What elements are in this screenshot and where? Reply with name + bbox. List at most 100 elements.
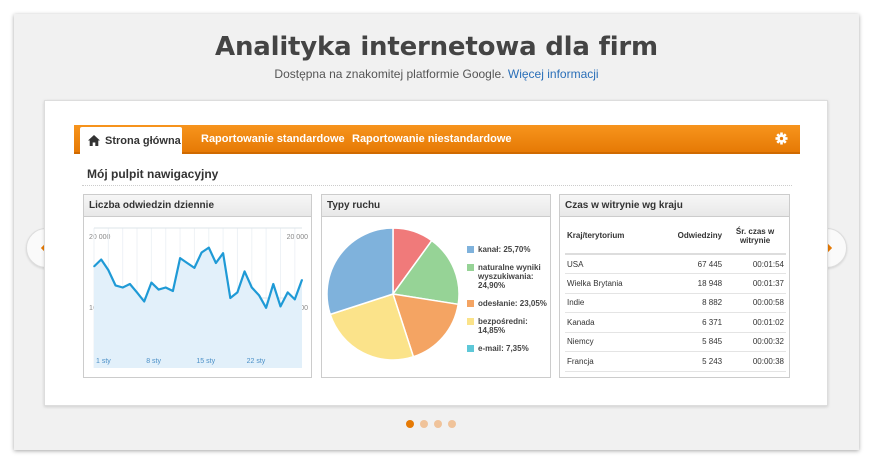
column-header-visits[interactable]: Odwiedziny (662, 218, 725, 255)
cell-time: 00:01:02 (724, 312, 786, 333)
legend-label: odesłanie: 23,05% (478, 299, 547, 308)
cell-visits: 5 845 (662, 332, 725, 352)
x-tick-label: 22 sty (247, 358, 266, 365)
carousel-dot[interactable] (448, 420, 456, 428)
data-point (172, 290, 174, 292)
column-header-country[interactable]: Kraj/terytorium (565, 218, 663, 255)
data-point (150, 281, 153, 284)
legend-label: e-mail: 7,35% (478, 344, 529, 353)
traffic-legend: kanał: 25,70% naturalne wyniki wyszukiwa… (467, 245, 549, 362)
data-point (179, 257, 181, 259)
cell-time: 00:00:32 (724, 332, 786, 352)
data-point (286, 291, 289, 294)
data-point (236, 291, 239, 294)
data-point (250, 286, 253, 289)
cell-country: Francja (565, 351, 663, 372)
carousel-indicators (406, 420, 456, 428)
data-point (93, 265, 95, 268)
cell-country: Kanada (565, 312, 663, 333)
carousel-dot[interactable] (434, 420, 442, 428)
cell-visits: 67 445 (662, 254, 725, 274)
data-point (294, 298, 296, 301)
data-point (164, 286, 167, 289)
visits-panel-title: Liczba odwiedzin dziennie (84, 195, 311, 217)
data-point (207, 246, 210, 249)
tab-custom-reporting[interactable]: Raportowanie niestandardowe (352, 133, 512, 145)
y-tick-label: 20 000 (89, 234, 111, 241)
table-row: Niemcy 5 845 00:00:32 (565, 332, 786, 352)
gear-icon (775, 132, 788, 145)
data-point (157, 288, 160, 291)
tab-home-label: Strona główna (105, 134, 181, 147)
page-title: Analityka internetowa dla firm (215, 32, 658, 62)
data-point (121, 286, 124, 289)
data-point (114, 284, 117, 287)
legend-swatch (467, 345, 474, 352)
legend-swatch (467, 300, 474, 307)
carousel-dot[interactable] (406, 420, 414, 428)
data-point (222, 252, 224, 254)
line-area-fill (94, 247, 302, 368)
cell-visits: 5 243 (662, 351, 725, 372)
data-point (279, 305, 282, 308)
cell-time: 00:01:54 (724, 254, 786, 274)
legend-item: kanał: 25,70% (467, 245, 549, 254)
data-point (186, 262, 189, 264)
column-header-time[interactable]: Śr. czas w witrynie (724, 218, 786, 255)
data-point (100, 258, 102, 261)
carousel-dot[interactable] (420, 420, 428, 428)
tab-standard-reporting[interactable]: Raportowanie standardowe (201, 133, 345, 145)
cell-country: USA (565, 254, 663, 274)
home-icon (88, 135, 100, 146)
data-point (136, 291, 138, 294)
data-point (107, 269, 110, 271)
cell-time: 00:00:58 (724, 293, 786, 313)
data-point (272, 283, 275, 285)
table-row: Kanada 6 371 00:01:02 (565, 312, 786, 333)
data-point (215, 262, 217, 264)
legend-label: bezpośredni: 14,85% (478, 317, 528, 335)
data-point (301, 279, 303, 281)
legend-item: bezpośredni: 14,85% (467, 317, 549, 335)
traffic-panel-title: Typy ruchu (322, 195, 550, 217)
data-point (258, 294, 260, 296)
data-point (265, 307, 267, 309)
cell-country: Indie (565, 293, 663, 313)
countries-panel-title: Czas w witrynie wg kraju (560, 195, 789, 217)
tab-home[interactable]: Strona główna (80, 127, 182, 154)
legend-swatch (467, 318, 474, 325)
subtitle-text: Dostępna na znakomitej platformie Google… (274, 67, 505, 81)
table-row: USA 67 445 00:01:54 (565, 254, 786, 274)
traffic-panel: Typy ruchu kanał: 25,70% naturalne wynik… (321, 194, 551, 378)
table-row: Wielka Brytania 18 948 00:01:37 (565, 273, 786, 294)
cell-time: 00:01:37 (724, 273, 786, 294)
data-point (129, 283, 131, 285)
data-point (243, 270, 246, 273)
legend-item: e-mail: 7,35% (467, 344, 549, 353)
cell-time: 00:00:38 (724, 351, 786, 372)
y-tick-label: 20 000 (287, 234, 309, 241)
legend-item: odesłanie: 23,05% (467, 299, 549, 308)
cell-country: Niemcy (565, 332, 663, 352)
data-point (193, 267, 196, 269)
data-point (229, 297, 232, 299)
traffic-pie-chart (326, 227, 460, 361)
settings-button[interactable] (775, 132, 788, 150)
table-row: Indie 8 882 00:00:58 (565, 293, 786, 313)
data-point (200, 251, 203, 254)
legend-swatch (467, 264, 474, 271)
countries-panel: Czas w witrynie wg kraju Kraj/terytorium… (559, 194, 790, 378)
legend-swatch (467, 246, 474, 253)
dashboard-title: Mój pulpit nawigacyjny (87, 167, 219, 181)
table-row: Francja 5 243 00:00:38 (565, 351, 786, 372)
data-point (143, 300, 146, 303)
cell-visits: 6 371 (662, 312, 725, 333)
x-tick-label: 15 sty (196, 358, 215, 365)
legend-item: naturalne wyniki wyszukiwania: 24,90% (467, 263, 549, 290)
countries-table: Kraj/terytorium Odwiedziny Śr. czas w wi… (565, 218, 786, 372)
cell-visits: 8 882 (662, 293, 725, 313)
more-info-link[interactable]: Więcej informacji (508, 67, 599, 81)
legend-label: naturalne wyniki wyszukiwania: 24,90% (478, 263, 541, 290)
visits-line-chart: 20 000 20 000 10 000 10 000 1 sty8 sty15… (89, 227, 309, 368)
x-tick-label: 1 sty (96, 358, 111, 365)
